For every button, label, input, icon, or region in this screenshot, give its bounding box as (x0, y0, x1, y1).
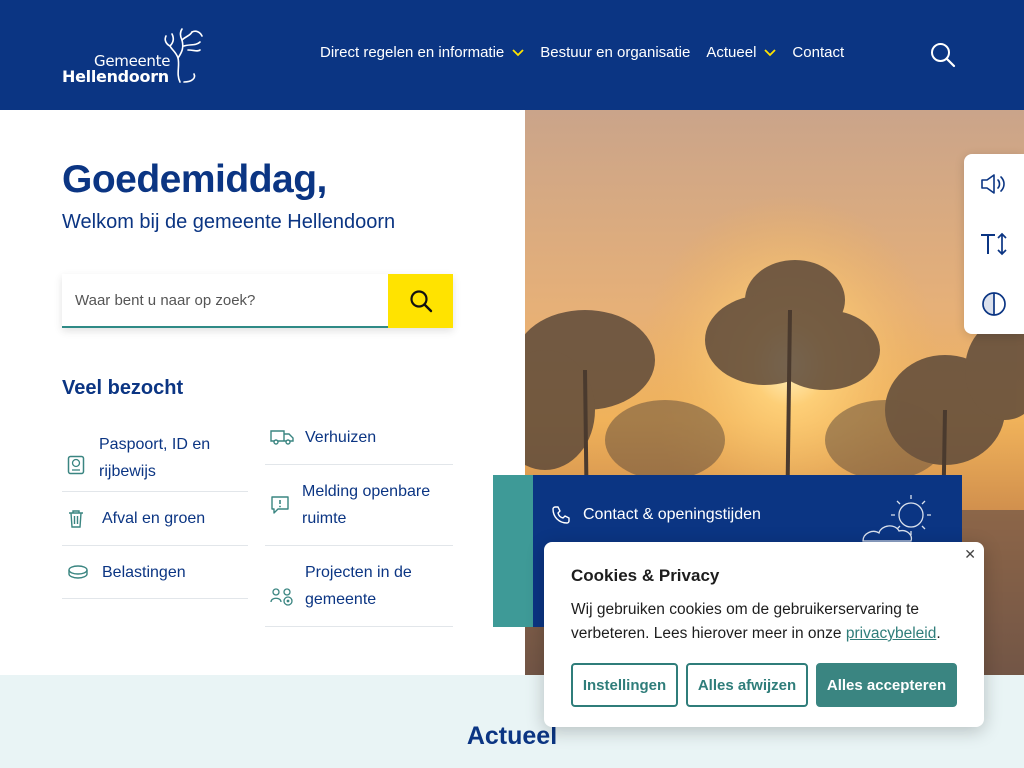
link-label: Verhuizen (305, 428, 377, 446)
nav-direct-regelen[interactable]: Direct regelen en informatie (320, 44, 524, 61)
search-box (62, 274, 453, 328)
logo[interactable]: Gemeente Hellendoorn (62, 28, 207, 86)
search-input[interactable] (62, 274, 388, 328)
report-icon (271, 496, 289, 514)
phone-icon (552, 506, 570, 524)
settings-button[interactable]: Instellingen (571, 663, 678, 707)
site-header: Gemeente Hellendoorn Direct regelen en i… (0, 0, 1024, 110)
link-verhuizen[interactable]: Verhuizen (265, 410, 453, 465)
accessibility-toolbar (964, 154, 1024, 334)
link-projecten[interactable]: Projecten in de gemeente (265, 546, 453, 627)
search-icon (409, 290, 432, 313)
logo-line2: Hellendoorn (62, 67, 169, 86)
close-icon[interactable]: ✕ (964, 546, 976, 563)
search-button[interactable] (388, 274, 453, 328)
search-icon (931, 43, 956, 68)
link-melding[interactable]: Melding openbare ruimte (265, 465, 453, 546)
chevron-down-icon (764, 48, 777, 56)
read-aloud-icon (981, 174, 1005, 194)
contact-accent (493, 475, 533, 627)
nav-bestuur[interactable]: Bestuur en organisatie (540, 44, 690, 61)
truck-icon (270, 430, 294, 445)
text-size-button[interactable] (964, 214, 1024, 274)
page-title: Goedemiddag, (62, 158, 327, 201)
header-search-button[interactable] (930, 42, 956, 73)
nav-label: Direct regelen en informatie (320, 44, 505, 61)
nav-actueel[interactable]: Actueel (706, 44, 777, 61)
nav-contact[interactable]: Contact (792, 44, 844, 61)
contrast-icon (982, 292, 1006, 316)
welcome-text: Welkom bij de gemeente Hellendoorn (62, 211, 396, 233)
link-label: Melding openbare ruimte (302, 483, 431, 527)
cookie-text: Wij gebruiken cookies om de gebruikerser… (571, 598, 966, 646)
trash-icon (69, 509, 83, 528)
cookie-text-end: . (936, 625, 941, 642)
passport-icon (67, 455, 85, 474)
coins-icon (68, 565, 88, 579)
contact-link-label: Contact & openingstijden (583, 506, 761, 523)
link-label: Projecten in de gemeente (305, 564, 412, 608)
link-label: Belastingen (102, 563, 186, 581)
cookie-title: Cookies & Privacy (571, 566, 720, 585)
text-size-icon (981, 232, 1007, 256)
contrast-button[interactable] (964, 274, 1024, 334)
accept-all-button[interactable]: Alles accepteren (816, 663, 957, 707)
reject-all-button[interactable]: Alles afwijzen (686, 663, 808, 707)
link-label: Paspoort, ID en rijbewijs (99, 435, 211, 480)
main-nav: Direct regelen en informatie Bestuur en … (320, 44, 844, 61)
link-label: Afval en groen (102, 510, 206, 527)
link-belastingen[interactable]: Belastingen (62, 546, 248, 599)
people-icon (270, 588, 293, 606)
nav-label: Contact (792, 44, 845, 61)
most-visited-title: Veel bezocht (62, 377, 184, 399)
link-afval[interactable]: Afval en groen (62, 492, 248, 546)
link-paspoort[interactable]: Paspoort, ID en rijbewijs (62, 424, 248, 492)
cookie-banner: ✕ Cookies & Privacy Wij gebruiken cookie… (544, 542, 984, 727)
chevron-down-icon (512, 48, 524, 56)
read-aloud-button[interactable] (964, 154, 1024, 214)
nav-label: Actueel (706, 44, 757, 61)
contact-link[interactable]: Contact & openingstijden (551, 505, 761, 525)
privacy-link[interactable]: privacybeleid (846, 625, 936, 642)
nav-label: Bestuur en organisatie (540, 44, 691, 61)
